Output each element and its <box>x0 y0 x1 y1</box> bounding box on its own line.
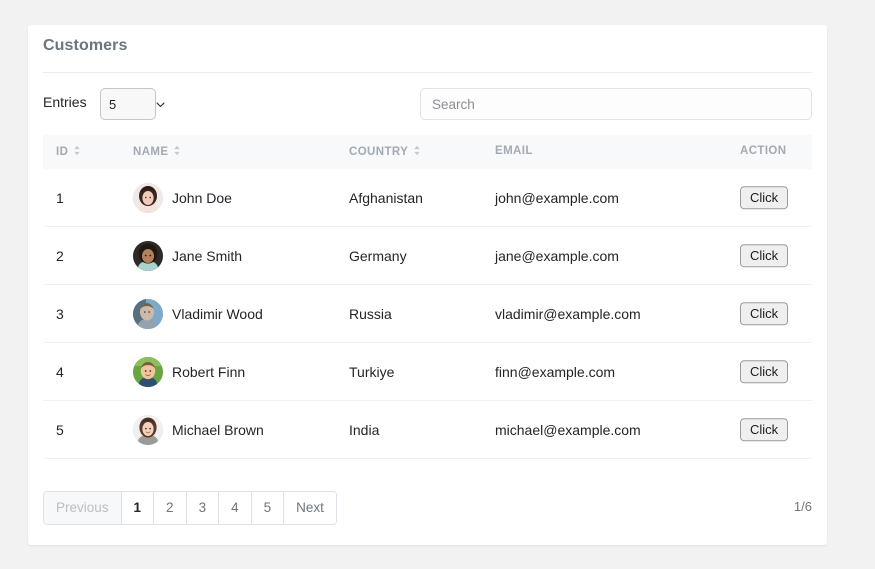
table-row: 1 John Doe Afghanistan john@example.com Cli… <box>43 169 812 227</box>
cell-id: 2 <box>56 247 64 264</box>
avatar-woman-dark-hair <box>133 182 163 213</box>
customer-name: John Doe <box>172 189 232 206</box>
column-header-label: EMAIL <box>495 145 533 157</box>
cell-action: Click <box>740 243 789 268</box>
cell-id: 3 <box>56 305 64 322</box>
cell-id: 4 <box>56 363 64 380</box>
column-header-name[interactable]: NAME <box>133 145 181 158</box>
cell-name: Jane Smith <box>133 240 243 271</box>
cell-name: John Doe <box>133 182 232 213</box>
click-action-button[interactable]: Click <box>740 301 789 326</box>
cell-name: Michael Brown <box>133 414 264 445</box>
cell-id: 5 <box>56 421 64 438</box>
customers-table: ID NAME COUNTRY EMAIL ACTION 1 John Doe Af… <box>43 135 812 459</box>
column-header-label: COUNTRY <box>349 146 409 158</box>
column-header-email: EMAIL <box>495 145 533 157</box>
pagination-item-5[interactable]: 5 <box>251 492 285 524</box>
cell-country: Germany <box>349 247 407 264</box>
column-header-action: ACTION <box>740 145 786 157</box>
column-header-label: NAME <box>133 146 169 158</box>
table-controls: Entries 5102550100 <box>43 88 812 120</box>
title-divider <box>43 72 812 73</box>
cell-name: Robert Finn <box>133 356 246 387</box>
cell-email: vladimir@example.com <box>495 305 641 322</box>
table-row: 3 Vladimir Wood Russia vladimir@example.co… <box>43 285 812 343</box>
cell-country: Turkiye <box>349 363 395 380</box>
page-title: Customers <box>43 37 128 54</box>
cell-email: michael@example.com <box>495 421 641 438</box>
table-row: 4 Robert Finn Turkiye finn@example.com Clic… <box>43 343 812 401</box>
cell-email: john@example.com <box>495 189 619 206</box>
sort-icon <box>414 145 420 156</box>
avatar-child-curly-hair <box>133 240 163 271</box>
pagination-item-2[interactable]: 2 <box>154 492 187 524</box>
pagination-item-next[interactable]: Next <box>284 492 336 524</box>
cell-action: Click <box>740 185 789 210</box>
pagination-item-4[interactable]: 4 <box>219 492 252 524</box>
pagination-item-previous: Previous <box>44 492 122 524</box>
cell-country: Russia <box>349 305 392 322</box>
customer-name: Michael Brown <box>172 421 264 438</box>
avatar-man-blue-background <box>133 298 163 329</box>
table-row: 2 Jane Smith Germany jane@example.com Click <box>43 227 812 285</box>
cell-name: Vladimir Wood <box>133 298 263 329</box>
search-input[interactable] <box>420 88 812 120</box>
table-row: 5 Michael Brown India michael@example.com C… <box>43 401 812 459</box>
sort-icon <box>174 145 181 156</box>
column-header-country[interactable]: COUNTRY <box>349 145 421 158</box>
cell-action: Click <box>740 359 789 384</box>
customer-name: Vladimir Wood <box>172 305 263 322</box>
column-header-label: ACTION <box>740 145 787 157</box>
pagination-item-3[interactable]: 3 <box>186 492 220 524</box>
customer-name: Jane Smith <box>172 247 243 264</box>
table-footer: Previous 1 2 3 4 5 Next 1/6 <box>43 491 812 525</box>
column-header-label: ID <box>56 146 69 158</box>
click-action-button[interactable]: Click <box>740 359 789 384</box>
click-action-button[interactable]: Click <box>740 243 789 268</box>
cell-email: jane@example.com <box>495 247 619 264</box>
click-action-button[interactable]: Click <box>740 417 789 442</box>
pagination-item-1[interactable]: 1 <box>121 492 155 524</box>
cell-country: India <box>349 421 380 438</box>
sort-icon <box>74 145 80 156</box>
table-header-row: ID NAME COUNTRY EMAIL ACTION <box>43 135 812 169</box>
click-action-button[interactable]: Click <box>740 185 789 210</box>
entries-select[interactable]: 5102550100 <box>100 88 156 120</box>
chevron-down-icon <box>156 102 165 108</box>
page-counter: 1/6 <box>793 499 812 514</box>
customer-name: Robert Finn <box>172 363 246 380</box>
customers-card: Customers Entries 5102550100 ID NAME COU… <box>28 25 827 545</box>
cell-action: Click <box>740 301 789 326</box>
pagination: Previous 1 2 3 4 5 Next <box>43 491 337 525</box>
cell-id: 1 <box>56 189 64 206</box>
cell-email: finn@example.com <box>495 363 616 380</box>
cell-country: Afghanistan <box>349 189 423 206</box>
avatar-boy-green-background <box>133 356 163 387</box>
entries-label: Entries <box>43 94 87 110</box>
column-header-id[interactable]: ID <box>56 145 81 158</box>
avatar-woman-grey-scarf <box>133 414 163 445</box>
cell-action: Click <box>740 417 789 442</box>
table-body: 1 John Doe Afghanistan john@example.com Cli… <box>43 169 812 459</box>
